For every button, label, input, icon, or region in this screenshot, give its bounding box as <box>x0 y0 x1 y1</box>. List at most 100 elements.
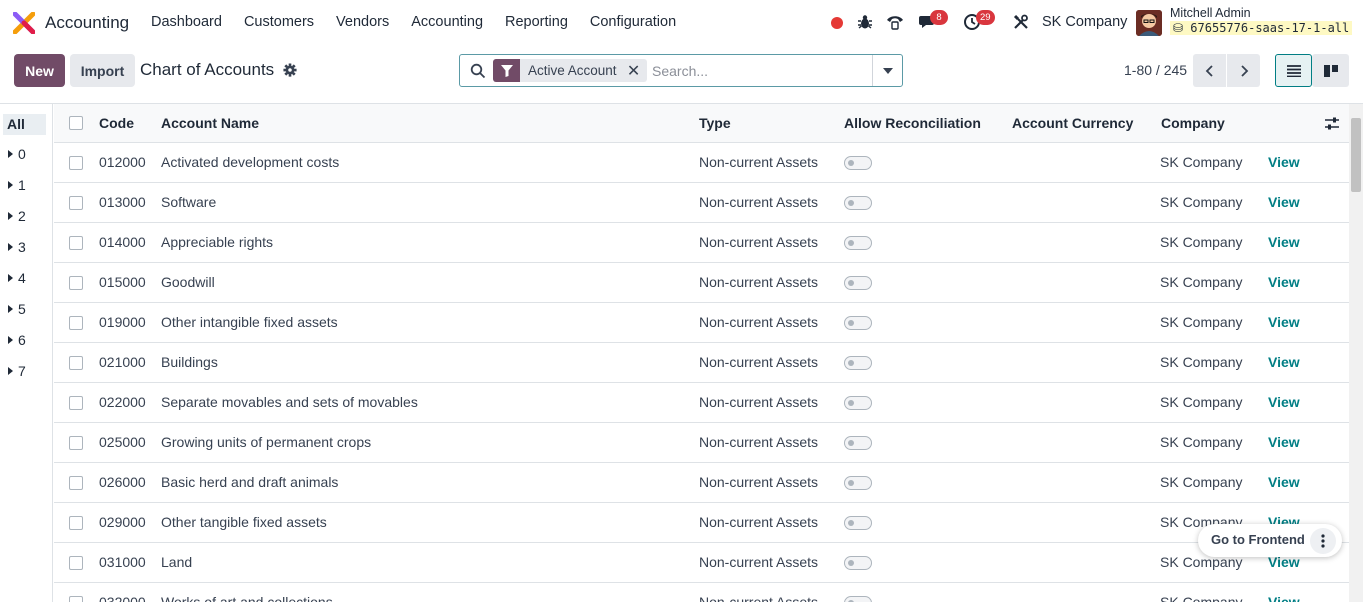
header-allow-reconciliation[interactable]: Allow Reconciliation <box>844 115 981 131</box>
view-button[interactable]: View <box>1268 274 1300 290</box>
pager-value[interactable]: 1-80 / 245 <box>1124 62 1187 78</box>
reconcile-toggle[interactable] <box>844 356 872 370</box>
close-icon[interactable]: ✕ <box>625 61 643 81</box>
table-row[interactable]: 031000 Land Non-current Assets SK Company Vi… <box>54 543 1349 583</box>
header-account-name[interactable]: Account Name <box>161 115 259 131</box>
record-dot-icon[interactable] <box>831 17 843 29</box>
row-checkbox[interactable] <box>69 556 83 570</box>
sidepanel-group-label: 2 <box>18 208 26 224</box>
reconcile-toggle[interactable] <box>844 436 872 450</box>
table-row[interactable]: 025000 Growing units of permanent crops No… <box>54 423 1349 463</box>
row-checkbox[interactable] <box>69 436 83 450</box>
menu-reporting[interactable]: Reporting <box>505 14 568 30</box>
row-checkbox[interactable] <box>69 236 83 250</box>
pager-previous-button[interactable] <box>1193 54 1226 87</box>
row-checkbox[interactable] <box>69 276 83 290</box>
phone-icon[interactable] <box>885 12 905 32</box>
row-checkbox[interactable] <box>69 316 83 330</box>
reconcile-toggle[interactable] <box>844 476 872 490</box>
kanban-view-button[interactable] <box>1312 54 1349 87</box>
row-checkbox[interactable] <box>69 596 83 602</box>
company-switcher[interactable]: SK Company <box>1042 14 1127 30</box>
sidepanel-group-4[interactable]: 4 <box>8 270 26 286</box>
sidepanel-group-3[interactable]: 3 <box>8 239 26 255</box>
view-button[interactable]: View <box>1268 194 1300 210</box>
sidepanel-group-0[interactable]: 0 <box>8 146 26 162</box>
reconcile-toggle[interactable] <box>844 156 872 170</box>
menu-vendors[interactable]: Vendors <box>336 14 389 30</box>
reconcile-toggle[interactable] <box>844 196 872 210</box>
reconcile-toggle[interactable] <box>844 236 872 250</box>
menu-configuration[interactable]: Configuration <box>590 14 676 30</box>
sidepanel-group-5[interactable]: 5 <box>8 301 26 317</box>
view-button[interactable]: View <box>1268 594 1300 602</box>
search-options-toggle[interactable] <box>872 55 902 86</box>
new-button[interactable]: New <box>14 54 65 87</box>
user-name[interactable]: Mitchell Admin <box>1170 6 1251 20</box>
view-button[interactable]: View <box>1268 474 1300 490</box>
vertical-scrollbar[interactable] <box>1349 104 1363 602</box>
view-button[interactable]: View <box>1268 234 1300 250</box>
table-row[interactable]: 029000 Other tangible fixed assets Non-cur… <box>54 503 1349 543</box>
search-input[interactable] <box>652 61 872 81</box>
table-row[interactable]: 015000 Goodwill Non-current Assets SK Compa… <box>54 263 1349 303</box>
table-row[interactable]: 026000 Basic herd and draft animals Non-cu… <box>54 463 1349 503</box>
sidepanel-group-6[interactable]: 6 <box>8 332 26 348</box>
reconcile-toggle[interactable] <box>844 516 872 530</box>
search-icon[interactable] <box>470 63 486 79</box>
table-row[interactable]: 014000 Appreciable rights Non-current Asse… <box>54 223 1349 263</box>
column-options-icon[interactable] <box>1324 116 1340 132</box>
table-row[interactable]: 032000 Works of art and collections Non-cu… <box>54 583 1349 602</box>
header-account-currency[interactable]: Account Currency <box>1012 115 1133 131</box>
cell-code: 029000 <box>99 514 146 530</box>
row-checkbox[interactable] <box>69 356 83 370</box>
header-code[interactable]: Code <box>99 115 134 131</box>
menu-customers[interactable]: Customers <box>244 14 314 30</box>
table-row[interactable]: 019000 Other intangible fixed assets Non-c… <box>54 303 1349 343</box>
reconcile-toggle[interactable] <box>844 596 872 602</box>
row-checkbox[interactable] <box>69 476 83 490</box>
menu-accounting[interactable]: Accounting <box>411 14 483 30</box>
accounting-app-icon[interactable] <box>13 12 35 34</box>
gear-icon[interactable] <box>283 63 297 77</box>
table-row[interactable]: 013000 Software Non-current Assets SK Compa… <box>54 183 1349 223</box>
go-to-frontend-button[interactable]: Go to Frontend <box>1211 532 1305 547</box>
reconcile-toggle[interactable] <box>844 556 872 570</box>
table-row[interactable]: 022000 Separate movables and sets of mova… <box>54 383 1349 423</box>
user-avatar[interactable] <box>1136 10 1162 36</box>
view-button[interactable]: View <box>1268 354 1300 370</box>
row-checkbox[interactable] <box>69 516 83 530</box>
select-all-checkbox[interactable] <box>69 116 83 130</box>
sidepanel-group-7[interactable]: 7 <box>8 363 26 379</box>
scrollbar-thumb[interactable] <box>1351 118 1361 192</box>
reconcile-toggle[interactable] <box>844 316 872 330</box>
view-button[interactable]: View <box>1268 434 1300 450</box>
filter-icon <box>493 59 520 82</box>
view-button[interactable]: View <box>1268 154 1300 170</box>
row-checkbox[interactable] <box>69 196 83 210</box>
row-checkbox[interactable] <box>69 396 83 410</box>
header-type[interactable]: Type <box>699 115 731 131</box>
sidepanel-group-1[interactable]: 1 <box>8 177 26 193</box>
app-name[interactable]: Accounting <box>45 13 129 33</box>
bug-icon[interactable] <box>855 12 875 32</box>
row-checkbox[interactable] <box>69 156 83 170</box>
view-button[interactable]: View <box>1268 394 1300 410</box>
pager-next-button[interactable] <box>1227 54 1260 87</box>
view-button[interactable]: View <box>1268 314 1300 330</box>
sidepanel-group-label: 3 <box>18 239 26 255</box>
table-row[interactable]: 012000 Activated development costs Non-cur… <box>54 143 1349 183</box>
header-company[interactable]: Company <box>1161 115 1225 131</box>
more-options-icon[interactable] <box>1310 528 1336 554</box>
sidepanel-group-2[interactable]: 2 <box>8 208 26 224</box>
menu-dashboard[interactable]: Dashboard <box>151 14 222 30</box>
cell-account-name: Growing units of permanent crops <box>161 434 372 450</box>
cell-code: 021000 <box>99 354 146 370</box>
import-button[interactable]: Import <box>70 54 135 87</box>
list-view-button[interactable] <box>1275 54 1312 87</box>
table-row[interactable]: 021000 Buildings Non-current Assets SK Comp… <box>54 343 1349 383</box>
reconcile-toggle[interactable] <box>844 276 872 290</box>
reconcile-toggle[interactable] <box>844 396 872 410</box>
sidepanel-all[interactable]: All <box>3 114 46 135</box>
tools-icon[interactable] <box>1011 12 1031 32</box>
